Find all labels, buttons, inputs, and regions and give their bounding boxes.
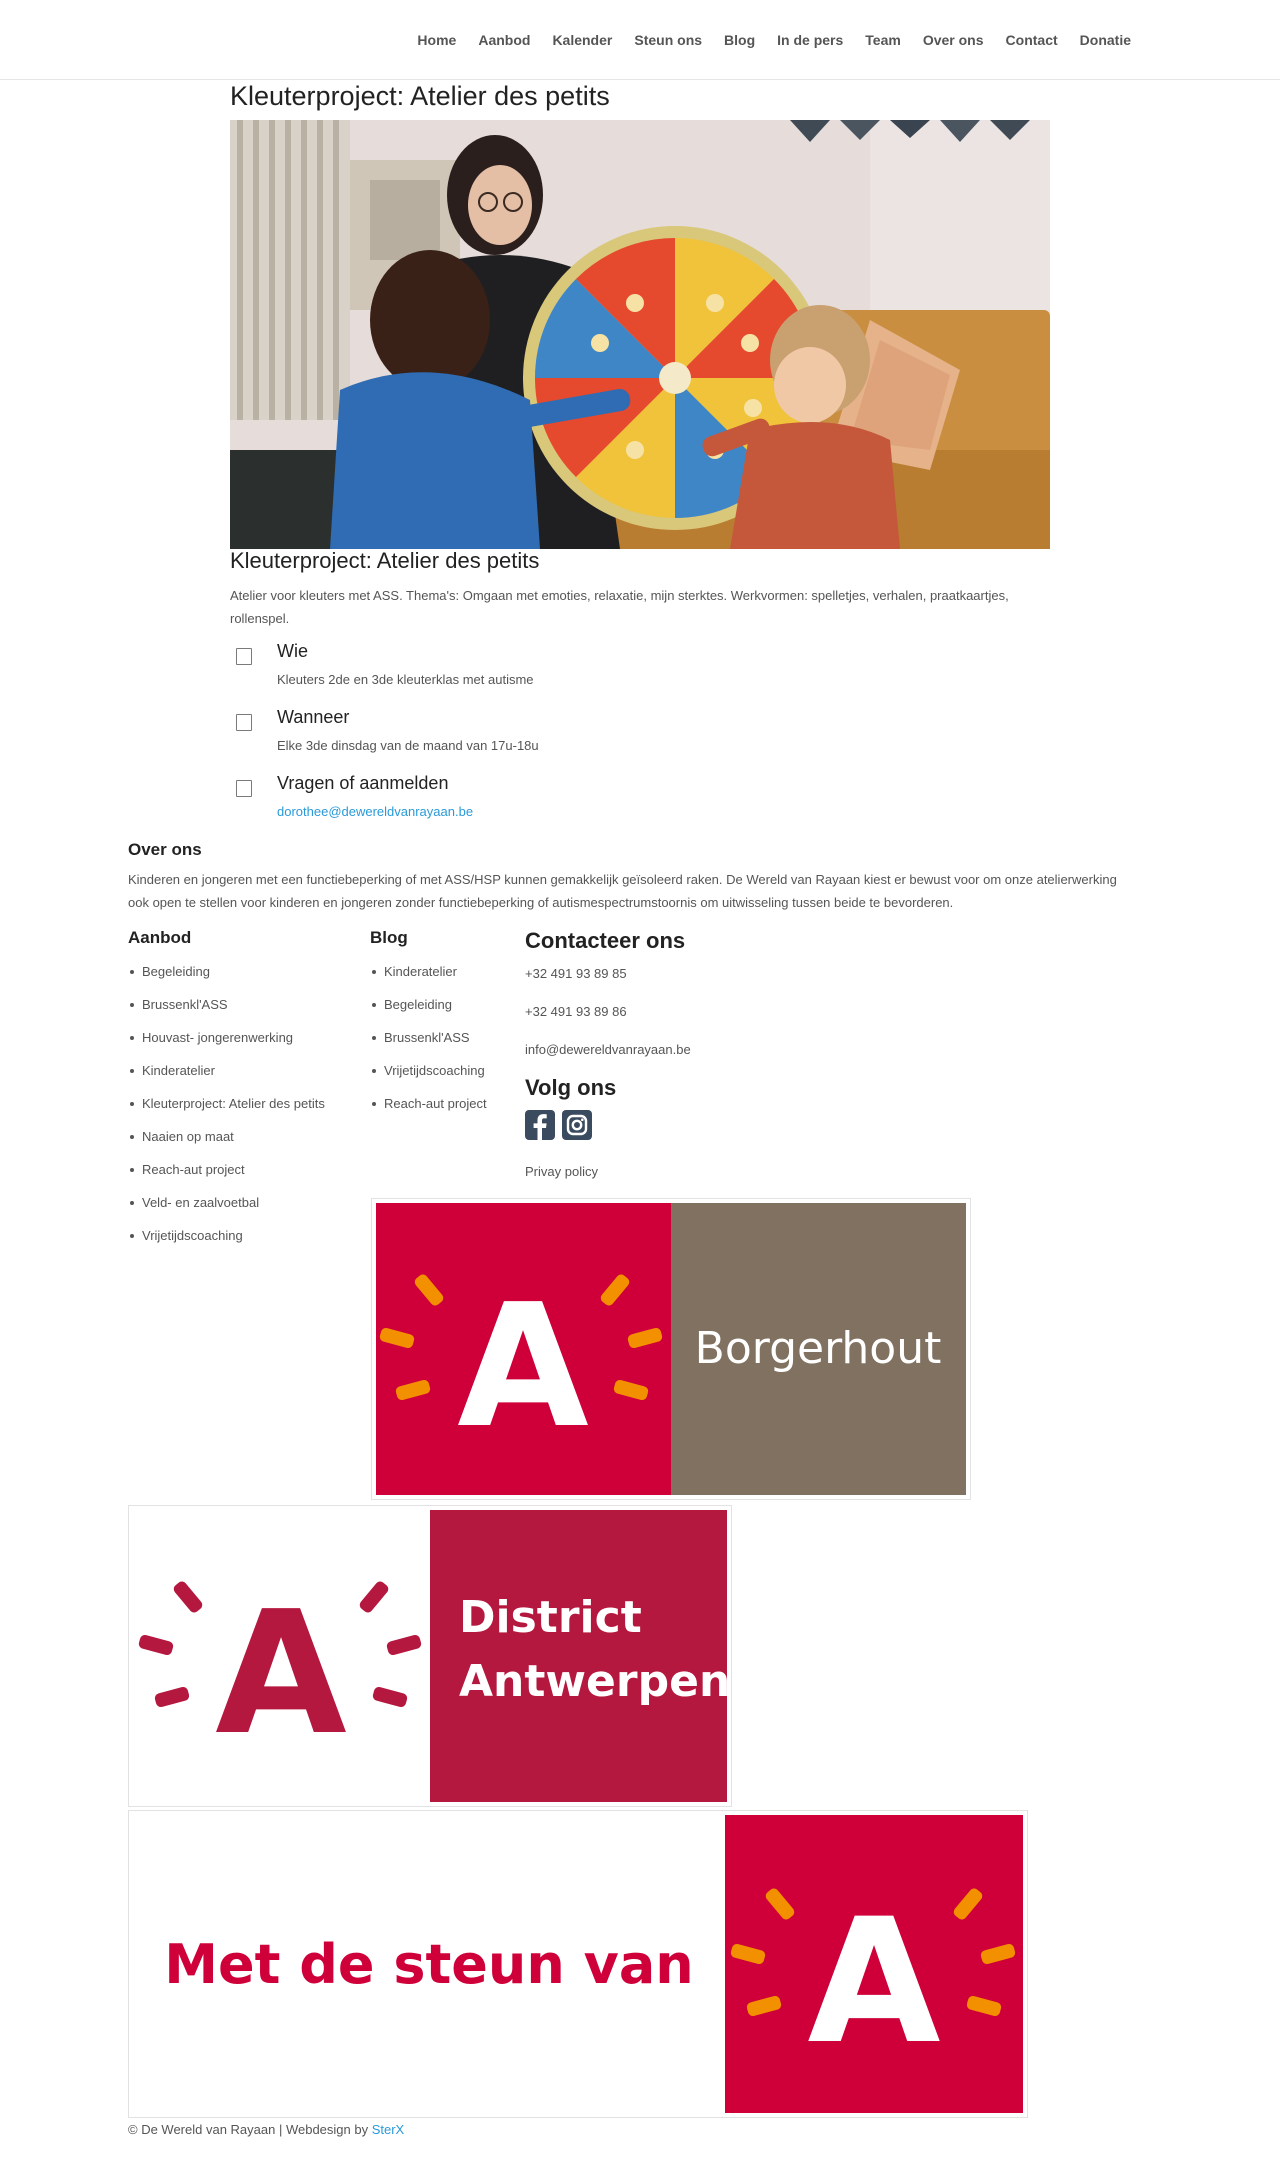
facebook-icon[interactable] bbox=[525, 1110, 555, 1140]
contact-phone-2[interactable]: +32 491 93 89 86 bbox=[525, 1004, 627, 1020]
privacy-policy-link[interactable]: Privay policy bbox=[525, 1164, 598, 1180]
instagram-icon[interactable] bbox=[562, 1110, 592, 1140]
project-intro: Atelier voor kleuters met ASS. Thema's: … bbox=[230, 588, 1009, 626]
info-value: Elke 3de dinsdag van de maand van 17u-18… bbox=[277, 738, 539, 753]
aanbod-item[interactable]: Begeleiding bbox=[128, 964, 325, 997]
aanbod-title: Aanbod bbox=[128, 928, 192, 947]
nav-donatie[interactable]: Donatie bbox=[1080, 32, 1131, 48]
blog-item[interactable]: Vrijetijdscoaching bbox=[370, 1063, 487, 1096]
site-header: Home Aanbod Kalender Steun ons Blog In d… bbox=[0, 0, 1280, 80]
main-navigation: Home Aanbod Kalender Steun ons Blog In d… bbox=[395, 32, 1131, 48]
blog-list: Kinderatelier Begeleiding Brussenkl'ASS … bbox=[370, 964, 487, 1129]
info-label: Vragen of aanmelden bbox=[277, 773, 449, 793]
contact-phone-1[interactable]: +32 491 93 89 85 bbox=[525, 966, 627, 982]
copyright: © De Wereld van Rayaan | Webdesign by St… bbox=[128, 2122, 404, 2138]
contact-email[interactable]: info@dewereldvanrayaan.be bbox=[525, 1042, 691, 1058]
about-title: Over ons bbox=[128, 840, 202, 859]
aanbod-item[interactable]: Reach-aut project bbox=[128, 1162, 325, 1195]
district-antwerpen-logo[interactable]: A District Antwerpen bbox=[128, 1505, 732, 1807]
checkbox-icon bbox=[236, 714, 252, 731]
aanbod-item[interactable]: Kinderatelier bbox=[128, 1063, 325, 1096]
nav-blog[interactable]: Blog bbox=[724, 32, 755, 48]
steun-label: Met de steun van bbox=[164, 1933, 693, 1996]
aanbod-item[interactable]: Kleuterproject: Atelier des petits bbox=[128, 1096, 325, 1129]
follow-title: Volg ons bbox=[525, 1075, 617, 1100]
blog-item[interactable]: Kinderatelier bbox=[370, 964, 487, 997]
antwerp-a-mark: A bbox=[807, 1881, 940, 2082]
aanbod-item[interactable]: Vrijetijdscoaching bbox=[128, 1228, 325, 1261]
nav-in-de-pers[interactable]: In de pers bbox=[777, 32, 843, 48]
hero-photo bbox=[230, 120, 1050, 549]
nav-team[interactable]: Team bbox=[865, 32, 901, 48]
webdesign-credit-link[interactable]: SterX bbox=[372, 2122, 405, 2137]
project-title: Kleuterproject: Atelier des petits bbox=[230, 548, 540, 573]
nav-contact[interactable]: Contact bbox=[1006, 32, 1058, 48]
nav-aanbod[interactable]: Aanbod bbox=[478, 32, 530, 48]
antwerp-a-mark: A bbox=[457, 1268, 589, 1466]
nav-steun-ons[interactable]: Steun ons bbox=[634, 32, 702, 48]
info-label: Wanneer bbox=[277, 707, 350, 727]
district-label-line1: District bbox=[459, 1592, 642, 1643]
nav-home[interactable]: Home bbox=[417, 32, 456, 48]
aanmelden-email-link[interactable]: dorothee@dewereldvanrayaan.be bbox=[277, 804, 473, 820]
met-de-steun-van-logo[interactable]: Met de steun van A bbox=[128, 1810, 1028, 2118]
nav-kalender[interactable]: Kalender bbox=[552, 32, 612, 48]
blog-item[interactable]: Reach-aut project bbox=[370, 1096, 487, 1129]
checkbox-icon bbox=[236, 780, 252, 797]
copyright-text: © De Wereld van Rayaan | Webdesign by bbox=[128, 2122, 372, 2137]
blog-title: Blog bbox=[370, 928, 408, 947]
borgerhout-logo-graphic: A Borgerhout bbox=[376, 1203, 966, 1495]
blog-item[interactable]: Brussenkl'ASS bbox=[370, 1030, 487, 1063]
district-antwerpen-logo-graphic: A District Antwerpen bbox=[133, 1510, 727, 1802]
nav-over-ons[interactable]: Over ons bbox=[923, 32, 984, 48]
about-text: Kinderen en jongeren met een functiebepe… bbox=[128, 872, 1117, 910]
borgerhout-logo[interactable]: A Borgerhout bbox=[371, 1198, 971, 1500]
aanbod-item[interactable]: Veld- en zaalvoetbal bbox=[128, 1195, 325, 1228]
facebook-glyph bbox=[533, 1114, 547, 1140]
met-de-steun-van-logo-graphic: Met de steun van A bbox=[133, 1815, 1023, 2113]
instagram-glyph bbox=[566, 1114, 588, 1136]
aanbod-item[interactable]: Brussenkl'ASS bbox=[128, 997, 325, 1030]
hero-illustration bbox=[230, 120, 1050, 549]
aanbod-list: Begeleiding Brussenkl'ASS Houvast- jonge… bbox=[128, 964, 325, 1261]
aanbod-item[interactable]: Houvast- jongerenwerking bbox=[128, 1030, 325, 1063]
antwerp-a-mark: A bbox=[215, 1575, 347, 1773]
checkbox-icon bbox=[236, 648, 252, 665]
blog-item[interactable]: Begeleiding bbox=[370, 997, 487, 1030]
district-label-line2: Antwerpen bbox=[459, 1656, 727, 1707]
info-label: Wie bbox=[277, 641, 308, 661]
page-title: Kleuterproject: Atelier des petits bbox=[230, 81, 610, 111]
info-value: Kleuters 2de en 3de kleuterklas met auti… bbox=[277, 672, 534, 687]
borgerhout-label: Borgerhout bbox=[695, 1323, 942, 1374]
aanbod-item[interactable]: Naaien op maat bbox=[128, 1129, 325, 1162]
contact-title: Contacteer ons bbox=[525, 928, 686, 953]
